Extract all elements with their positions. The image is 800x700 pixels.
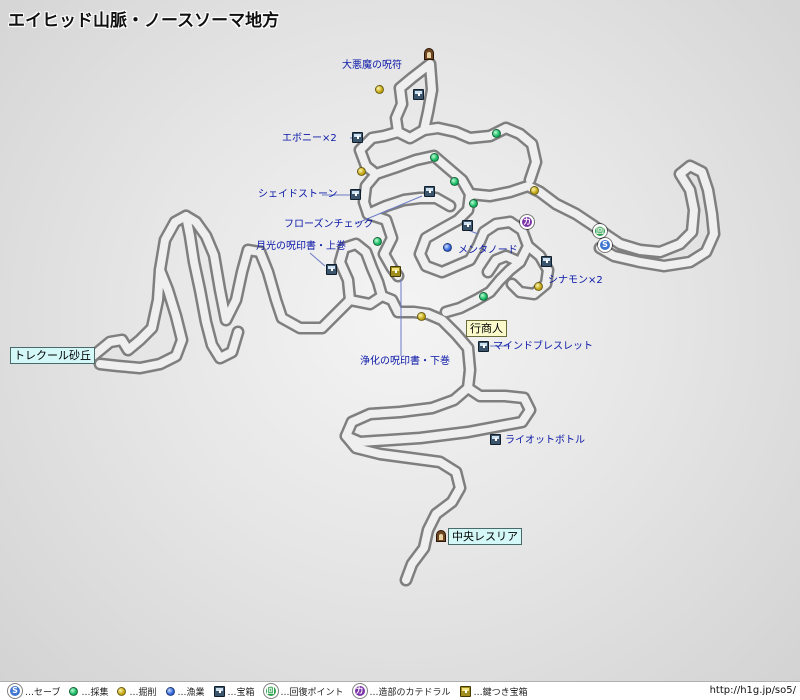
legend-item-cathedral: カ …造部のカテドラル: [352, 684, 451, 698]
legend-label: …掘削: [129, 687, 157, 698]
chest-label-ebony: エボニー×2: [282, 133, 337, 144]
legend-item-chest: …宝箱: [213, 685, 255, 698]
cathedral-icon[interactable]: カ: [520, 215, 534, 229]
gather-point-icon[interactable]: [492, 129, 501, 138]
locked-chest-icon[interactable]: [390, 266, 401, 277]
save-point-icon[interactable]: S: [598, 238, 612, 252]
legend-label: …セーブ: [25, 687, 61, 698]
mining-point-icon[interactable]: [534, 282, 543, 291]
save-icon: S: [8, 684, 22, 698]
treasure-chest-icon[interactable]: [478, 341, 489, 352]
gather-point-icon: [69, 686, 79, 696]
gather-point-icon[interactable]: [450, 177, 459, 186]
chest-label-cinnamon: シナモン×2: [548, 275, 603, 286]
mining-point-icon[interactable]: [417, 312, 426, 321]
fishing-point-icon: [165, 686, 175, 696]
cathedral-icon: カ: [352, 684, 367, 698]
treasure-chest-icon[interactable]: [462, 220, 473, 231]
legend-label: …造部のカテドラル: [369, 687, 451, 698]
site-url[interactable]: http://h1g.jp/so5/: [710, 685, 796, 696]
recovery-point-icon: 回: [263, 684, 278, 698]
map-title: エイヒッド山脈・ノースソーマ地方: [8, 11, 280, 31]
locked-chest-icon: [459, 685, 471, 697]
exit-door-icon[interactable]: [436, 530, 446, 542]
map-legend: S …セーブ …採集 …掘削 …漁業 …宝箱 回 …回復ポイント カ …造部のカ…: [0, 681, 800, 700]
area-label-chuou[interactable]: 中央レスリア: [448, 528, 522, 545]
legend-item-gather: …採集: [69, 685, 108, 698]
gather-point-icon[interactable]: [469, 199, 478, 208]
legend-label: …採集: [81, 687, 109, 698]
treasure-chest-icon[interactable]: [424, 186, 435, 197]
fishing-point-icon[interactable]: [443, 243, 452, 252]
treasure-chest-icon[interactable]: [490, 434, 501, 445]
legend-label: …宝箱: [227, 687, 255, 698]
legend-label: …漁業: [177, 687, 205, 698]
chest-label-mentanode: メンタノード: [458, 245, 518, 256]
treasure-chest-icon[interactable]: [541, 256, 552, 267]
mining-point-icon[interactable]: [357, 167, 366, 176]
legend-item-mine: …掘削: [117, 685, 157, 698]
cave-walls: [86, 57, 721, 587]
legend-item-save: S …セーブ: [8, 684, 60, 698]
chest-label-gekkou: 月光の呪印書・上巻: [256, 241, 346, 252]
treasure-chest-icon[interactable]: [326, 264, 337, 275]
legend-row: S …セーブ …採集 …掘削 …漁業 …宝箱 回 …回復ポイント カ …造部のカ…: [8, 684, 537, 698]
exit-door-icon[interactable]: [424, 48, 434, 60]
merchant-label[interactable]: 行商人: [466, 320, 507, 337]
chest-label-shadestone: シェイドストーン: [258, 189, 338, 200]
legend-label: …回復ポイント: [280, 687, 344, 698]
chest-label-daiakuma: 大悪魔の呪符: [342, 60, 402, 71]
gather-point-icon[interactable]: [479, 292, 488, 301]
legend-item-locked: …鍵つき宝箱: [459, 685, 528, 698]
chest-label-frozen: フローズンチェック: [284, 219, 374, 230]
legend-item-fish: …漁業: [165, 685, 205, 698]
cave-terrain: [86, 57, 721, 587]
area-label-torekuru[interactable]: トレクール砂丘: [10, 347, 95, 364]
chest-label-lion: ライオットボトル: [505, 435, 585, 446]
recovery-point-icon[interactable]: 回: [593, 224, 607, 238]
map-canvas: エイヒッド山脈・ノースソーマ地方 トレクール砂丘 中央レスリア 行商人 大悪魔の…: [0, 0, 800, 700]
gather-point-icon[interactable]: [373, 237, 382, 246]
legend-item-recovery: 回 …回復ポイント: [263, 684, 344, 698]
legend-label: …鍵つき宝箱: [473, 687, 528, 698]
mining-point-icon: [117, 686, 127, 696]
gather-point-icon[interactable]: [430, 153, 439, 162]
chest-label-jouka: 浄化の呪印書・下巻: [360, 356, 450, 367]
mining-point-icon[interactable]: [530, 186, 539, 195]
treasure-chest-icon[interactable]: [413, 89, 424, 100]
mining-point-icon[interactable]: [375, 85, 384, 94]
treasure-chest-icon[interactable]: [350, 189, 361, 200]
chest-label-mind: マインドブレスレット: [493, 341, 593, 352]
treasure-chest-icon: [213, 685, 225, 697]
treasure-chest-icon[interactable]: [352, 132, 363, 143]
